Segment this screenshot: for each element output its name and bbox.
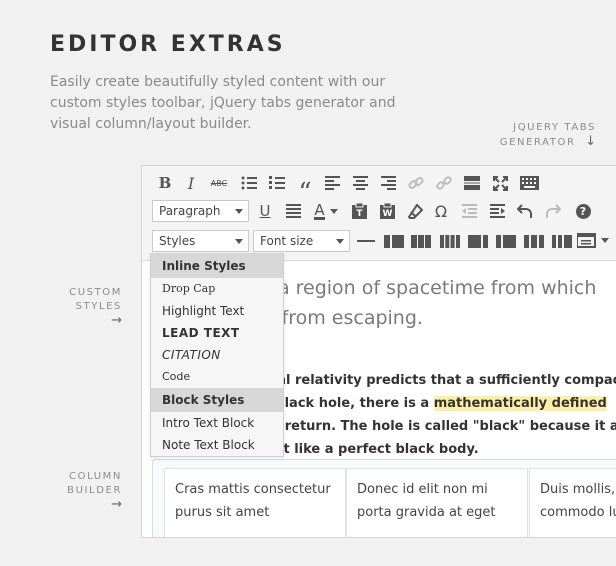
paste-text-icon[interactable]: T — [350, 202, 368, 220]
column-block[interactable]: Donec id elit non mi porta gravida at eg… — [346, 468, 528, 537]
fullscreen-icon[interactable] — [491, 174, 509, 192]
paragraph-line: a black hole, there is a mathematically … — [262, 392, 616, 415]
arrow-right-icon: → — [111, 497, 122, 512]
bold-text: black — [479, 419, 519, 434]
columns-two-icon[interactable] — [383, 232, 405, 250]
style-note-text-block[interactable]: Note Text Block — [151, 434, 283, 456]
styles-dropdown-menu: Inline Styles Drop Cap Highlight Text LE… — [150, 253, 284, 457]
outdent-icon[interactable] — [460, 202, 478, 220]
columns-two-one-icon[interactable] — [495, 232, 517, 250]
paragraph-text: no return. The hole is called " — [262, 419, 480, 434]
editor-toolbar: B I ABC “ Paragraph U A T W Ω ? Styles F… — [142, 166, 616, 261]
format-select-value: Paragraph — [159, 204, 221, 218]
indent-icon[interactable] — [488, 202, 506, 220]
strikethrough-button[interactable]: ABC — [208, 174, 230, 192]
text-color-button[interactable]: A — [310, 202, 342, 220]
highlighted-text: mathematically defined — [433, 396, 607, 411]
style-lead-text[interactable]: LEAD TEXT — [151, 322, 283, 344]
bold-button[interactable]: B — [156, 174, 174, 192]
style-highlight-text[interactable]: Highlight Text — [151, 300, 283, 322]
content-paragraph: eral relativity predicts that a sufficie… — [262, 369, 616, 461]
columns-one-two-icon[interactable] — [467, 232, 489, 250]
heading-line: t, from escaping. — [262, 307, 423, 329]
callout-custom-styles: CUSTOM STYLES → — [40, 286, 122, 328]
undo-icon[interactable] — [516, 202, 534, 220]
style-intro-text-block[interactable]: Intro Text Block — [151, 412, 283, 434]
chevron-down-icon — [601, 237, 609, 243]
callout-tabs-line2: GENERATOR — [499, 137, 576, 148]
font-size-select[interactable]: Font size — [253, 230, 350, 252]
paragraph-line: eral relativity predicts that a sufficie… — [262, 373, 616, 388]
column-text: porta gravida at eget — [357, 505, 496, 520]
columns-side-icon[interactable] — [551, 232, 573, 250]
column-text: commodo lu — [540, 505, 616, 520]
align-center-icon[interactable] — [351, 174, 369, 192]
style-drop-cap[interactable]: Drop Cap — [151, 278, 283, 300]
bullet-list-icon[interactable] — [240, 174, 258, 192]
columns-three-icon[interactable] — [410, 232, 432, 250]
tabs-generator-button[interactable] — [577, 231, 609, 249]
style-code[interactable]: Code — [151, 366, 283, 388]
chevron-down-icon — [235, 239, 243, 244]
paragraph-line: no return. The hole is called "black" be… — [262, 415, 616, 438]
eraser-icon[interactable] — [406, 202, 424, 220]
underline-button[interactable]: U — [256, 202, 274, 220]
column-text: Duis mollis, — [540, 482, 616, 497]
inline-styles-header: Inline Styles — [151, 254, 283, 278]
format-select[interactable]: Paragraph — [152, 200, 249, 222]
read-more-icon[interactable] — [463, 174, 481, 192]
paste-word-icon[interactable]: W — [378, 202, 396, 220]
toolbar-toggle-icon[interactable] — [519, 174, 539, 192]
callout-tabs-line1: JQUERY TABS — [513, 122, 596, 133]
callout-column-line2: BUILDER — [67, 485, 122, 496]
paragraph-text: " because it a — [518, 419, 616, 434]
redo-icon[interactable] — [544, 202, 562, 220]
column-block[interactable]: Duis mollis, commodo lu — [529, 468, 616, 537]
svg-text:W: W — [382, 209, 392, 219]
column-text: purus sit amet — [175, 505, 270, 520]
chevron-down-icon — [336, 239, 344, 244]
paragraph-text: a black hole, there is a — [262, 396, 434, 411]
chevron-down-icon — [329, 208, 338, 214]
styles-select-value: Styles — [159, 234, 196, 248]
text-color-icon: A — [314, 200, 325, 220]
horizontal-rule-icon[interactable] — [356, 232, 376, 250]
font-size-select-value: Font size — [260, 234, 314, 248]
columns-four-icon[interactable] — [439, 232, 461, 250]
block-styles-header: Block Styles — [151, 388, 283, 412]
link-icon[interactable] — [407, 174, 425, 192]
chevron-down-icon — [235, 209, 243, 214]
column-block[interactable]: Cras mattis consectetur purus sit amet — [164, 468, 346, 537]
arrow-right-icon: → — [111, 313, 122, 328]
help-icon[interactable]: ? — [574, 202, 592, 220]
styles-select[interactable]: Styles — [152, 230, 249, 252]
style-citation[interactable]: CITATION — [151, 344, 283, 366]
justify-icon[interactable] — [284, 202, 302, 220]
numbered-list-icon[interactable] — [268, 174, 286, 192]
heading-line: s a region of spacetime from which — [262, 277, 597, 299]
intro-text: Easily create beautifully styled content… — [50, 74, 396, 132]
callout-column-line1: COLUMN — [69, 471, 122, 482]
callout-styles-line1: CUSTOM — [69, 287, 122, 298]
arrow-down-icon: ↓ — [585, 134, 596, 149]
column-text: Donec id elit non mi — [357, 482, 488, 497]
italic-button[interactable]: I — [182, 174, 200, 193]
callout-styles-line2: STYLES — [75, 301, 122, 312]
svg-text:T: T — [356, 209, 363, 219]
callout-jquery-tabs: JQUERY TABS GENERATOR ↓ — [456, 121, 596, 150]
unlink-icon[interactable] — [435, 174, 453, 192]
special-character-icon[interactable]: Ω — [432, 202, 450, 221]
align-left-icon[interactable] — [323, 174, 341, 192]
column-builder: Cras mattis consectetur purus sit amet D… — [152, 459, 616, 537]
column-text: Cras mattis consectetur — [175, 482, 331, 497]
blockquote-icon[interactable]: “ — [296, 174, 314, 206]
content-heading: s a region of spacetime from which t, fr… — [262, 273, 616, 333]
paragraph-line: just like a perfect black body. — [262, 442, 479, 457]
align-right-icon[interactable] — [379, 174, 397, 192]
page-title: EDITOR EXTRAS — [50, 32, 286, 57]
callout-column-builder: COLUMN BUILDER → — [40, 470, 122, 512]
columns-layout-icon[interactable] — [523, 232, 545, 250]
help-icon-glyph: ? — [575, 203, 591, 219]
